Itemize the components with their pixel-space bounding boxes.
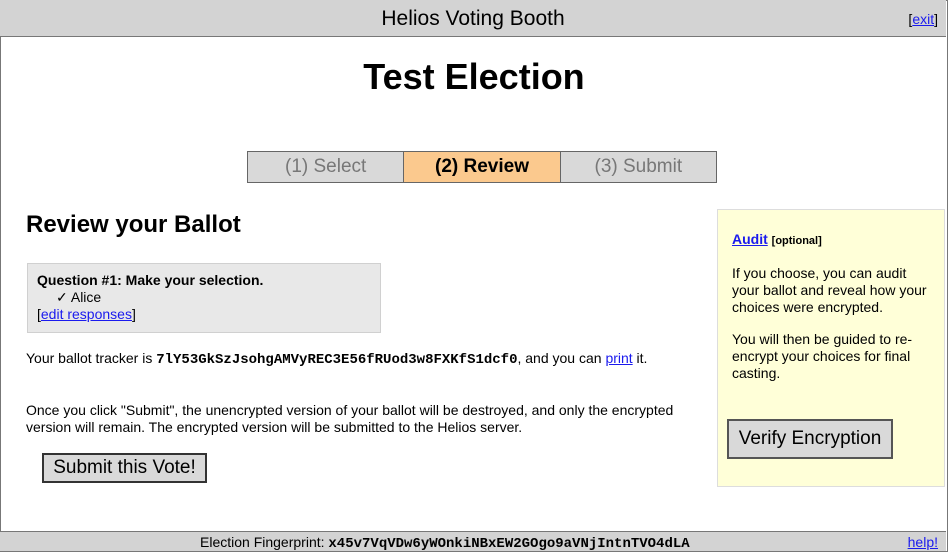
audit-guidance: You will then be guided to re-encrypt yo… (732, 331, 913, 381)
step-review: (2) Review (403, 152, 560, 182)
submit-vote-button[interactable]: Submit this Vote! (42, 453, 207, 483)
booth-header: Helios Voting Booth [exit] (0, 0, 946, 37)
exit-link[interactable]: exit (912, 11, 934, 27)
tracker-suffix: it. (632, 350, 648, 366)
fingerprint-value: x45v7VqVDw6yWOnkiNBxEW2GOgo9aVNjIntnTVO4… (328, 536, 690, 552)
tracker-prefix: Your ballot tracker is (26, 350, 157, 366)
help-link[interactable]: help! (908, 534, 938, 550)
fingerprint-label: Election Fingerprint: (200, 534, 329, 550)
audit-description: If you choose, you can audit your ballot… (732, 265, 927, 315)
progress-steps: (1) Select (2) Review (3) Submit (247, 151, 717, 183)
optional-tag: [optional] (771, 235, 822, 247)
edit-responses-link[interactable]: edit responses (41, 306, 132, 322)
step-select: (1) Select (248, 152, 404, 182)
review-heading: Review your Ballot (26, 211, 241, 238)
selected-choice: ✓ Alice (37, 289, 371, 306)
checkmark-icon: ✓ (56, 289, 68, 305)
booth-title: Helios Voting Booth (381, 7, 565, 30)
tracker-hash: 7lY53GkSzJsohgAMVyREC3E56fRUod3w8FXKfS1d… (156, 352, 518, 368)
verify-encryption-button[interactable]: Verify Encryption (727, 419, 893, 459)
exit-control: [exit] (908, 11, 938, 27)
print-link[interactable]: print (605, 350, 632, 366)
question-summary: Question #1: Make your selection. ✓ Alic… (27, 263, 381, 333)
tracker-mid: , and you can (517, 350, 606, 366)
ballot-tracker: Your ballot tracker is 7lY53GkSzJsohgAMV… (26, 350, 647, 368)
election-title: Test Election (363, 56, 585, 97)
choice-label: Alice (70, 289, 102, 305)
question-title: Question #1: Make your selection. (37, 272, 264, 288)
edit-responses: [edit responses] (37, 306, 136, 322)
submit-notice: Once you click "Submit", the unencrypted… (26, 402, 674, 435)
election-fingerprint: Election Fingerprint: x45v7VqVDw6yWOnkiN… (200, 534, 690, 552)
booth-footer: Election Fingerprint: x45v7VqVDw6yWOnkiN… (0, 531, 946, 552)
help-control: help! (908, 534, 938, 550)
step-submit: (3) Submit (559, 152, 716, 182)
audit-link[interactable]: Audit (732, 231, 768, 247)
